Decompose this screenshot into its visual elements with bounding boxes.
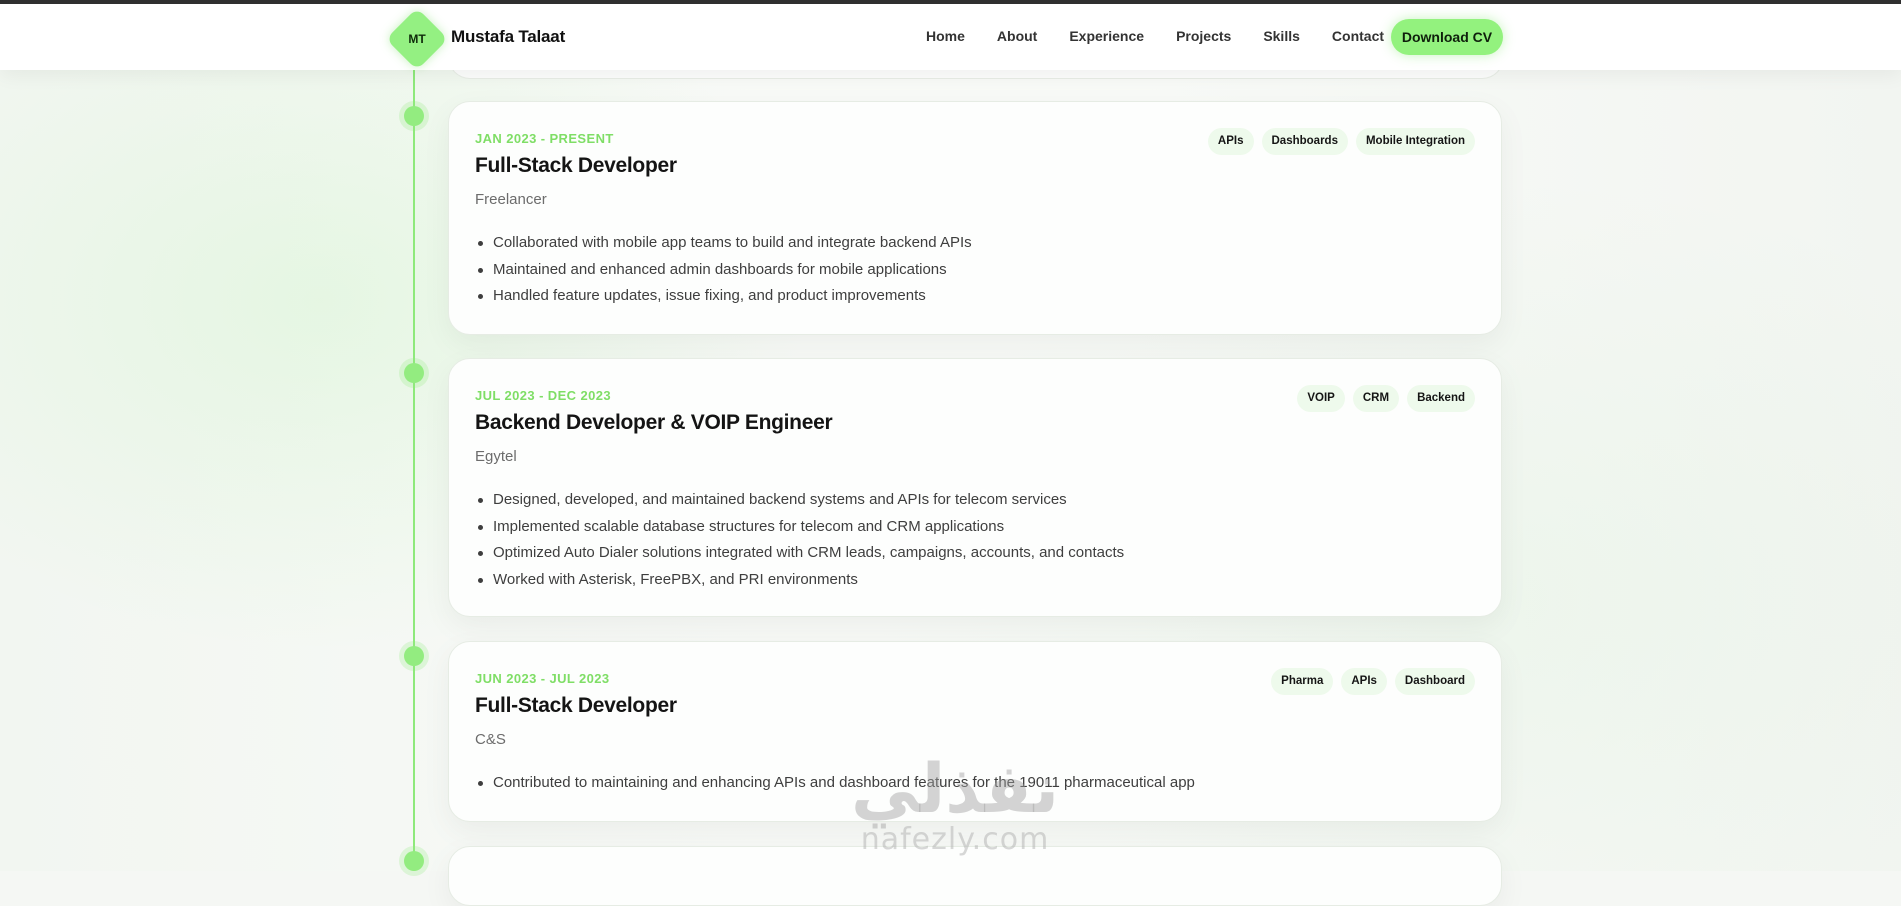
- timeline-dot: [404, 363, 424, 383]
- experience-company: Egytel: [475, 448, 517, 465]
- experience-card: JUN 2023 - JUL 2023 Full-Stack Developer…: [448, 641, 1502, 822]
- experience-period: JUN 2023 - JUL 2023: [475, 671, 610, 686]
- tag: VOIP: [1297, 385, 1345, 412]
- list-item: Maintained and enhanced admin dashboards…: [475, 257, 972, 284]
- list-item: Worked with Asterisk, FreePBX, and PRI e…: [475, 567, 1124, 594]
- nav-contact[interactable]: Contact: [1332, 28, 1384, 44]
- tag: CRM: [1352, 385, 1400, 412]
- main-nav: Home About Experience Projects Skills Co…: [926, 28, 1384, 44]
- list-item: Contributed to maintaining and enhancing…: [475, 770, 1195, 797]
- tag-list: VOIP CRM Backend: [1297, 385, 1475, 412]
- tag: Pharma: [1271, 668, 1334, 695]
- download-cv-button[interactable]: Download CV: [1391, 19, 1503, 55]
- experience-card: JAN 2023 - PRESENT Full-Stack Developer …: [448, 101, 1502, 335]
- experience-bullets: Collaborated with mobile app teams to bu…: [475, 230, 972, 310]
- experience-period: JUL 2023 - DEC 2023: [475, 388, 611, 403]
- experience-company: C&S: [475, 731, 506, 748]
- list-item: Designed, developed, and maintained back…: [475, 487, 1124, 514]
- nav-projects[interactable]: Projects: [1176, 28, 1231, 44]
- timeline-line: [413, 70, 415, 871]
- browser-top-strip: [0, 0, 1901, 4]
- list-item: Collaborated with mobile app teams to bu…: [475, 230, 972, 257]
- tag: Backend: [1407, 385, 1475, 412]
- experience-card: JUL 2023 - DEC 2023 Backend Developer & …: [448, 358, 1502, 617]
- tag: Dashboards: [1261, 128, 1348, 155]
- site-header: MT Mustafa Talaat Home About Experience …: [0, 4, 1901, 71]
- timeline-dot: [404, 851, 424, 871]
- nav-experience[interactable]: Experience: [1069, 28, 1144, 44]
- tag-list: APIs Dashboards Mobile Integration: [1207, 128, 1475, 155]
- tag: Dashboard: [1394, 668, 1475, 695]
- experience-role: Full-Stack Developer: [475, 154, 677, 177]
- tag-list: Pharma APIs Dashboard: [1271, 668, 1475, 695]
- experience-company: Freelancer: [475, 191, 547, 208]
- tag: Mobile Integration: [1355, 128, 1475, 155]
- experience-bullets: Designed, developed, and maintained back…: [475, 487, 1124, 593]
- experience-role: Full-Stack Developer: [475, 694, 677, 717]
- brand-name[interactable]: Mustafa Talaat: [451, 27, 565, 47]
- timeline-dot: [404, 106, 424, 126]
- tag: APIs: [1207, 128, 1254, 155]
- list-item: Optimized Auto Dialer solutions integrat…: [475, 540, 1124, 567]
- experience-card-next: [448, 846, 1502, 906]
- list-item: Handled feature updates, issue fixing, a…: [475, 283, 972, 310]
- nav-skills[interactable]: Skills: [1263, 28, 1300, 44]
- experience-period: JAN 2023 - PRESENT: [475, 131, 614, 146]
- experience-role: Backend Developer & VOIP Engineer: [475, 411, 833, 434]
- list-item: Implemented scalable database structures…: [475, 514, 1124, 541]
- experience-bullets: Contributed to maintaining and enhancing…: [475, 770, 1195, 797]
- nav-about[interactable]: About: [997, 28, 1037, 44]
- logo-initials[interactable]: MT: [395, 17, 439, 61]
- tag: APIs: [1341, 668, 1387, 695]
- timeline-dot: [404, 646, 424, 666]
- nav-home[interactable]: Home: [926, 28, 965, 44]
